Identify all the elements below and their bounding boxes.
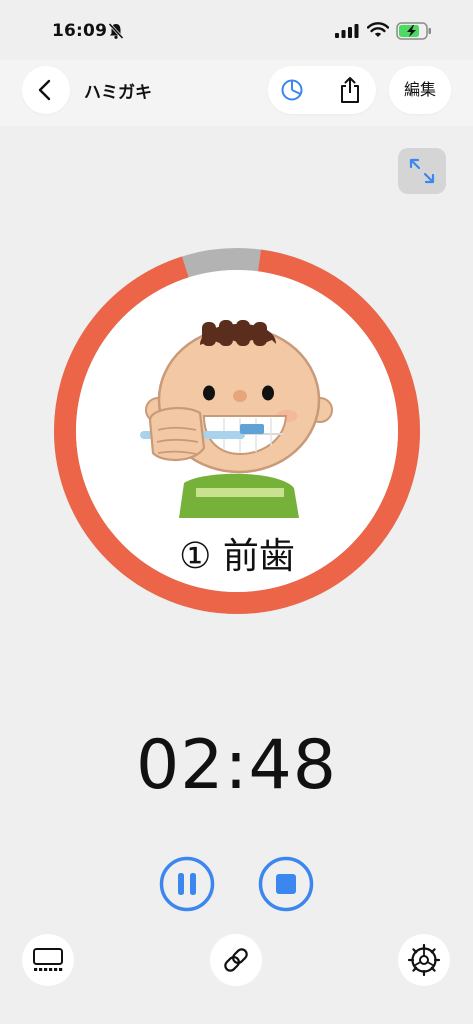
toolbar-pill	[268, 66, 376, 114]
battery-charging-icon	[396, 22, 431, 40]
countdown-display: 02:48	[136, 726, 337, 805]
stop-button[interactable]	[258, 856, 314, 912]
expand-arrows-icon	[409, 158, 435, 184]
edit-button-label: 編集	[403, 80, 436, 99]
link-icon	[224, 948, 248, 972]
navigation-bar: ハミガキ 編集	[0, 60, 473, 126]
settings-button[interactable]	[398, 934, 450, 986]
timer-progress-ring: ① 前歯	[54, 248, 420, 614]
link-button[interactable]	[210, 934, 262, 986]
gear-icon	[407, 943, 441, 977]
wifi-icon	[367, 22, 389, 37]
cellular-signal-icon	[335, 24, 359, 38]
edit-button[interactable]: 編集	[389, 66, 451, 114]
bell-slash-icon	[108, 22, 124, 40]
pause-button[interactable]	[159, 856, 215, 912]
stop-icon	[276, 874, 296, 894]
chevron-left-icon	[38, 79, 51, 101]
display-mode-button[interactable]	[22, 934, 74, 986]
status-time: 16:09	[52, 21, 108, 41]
fullscreen-button[interactable]	[398, 148, 446, 194]
screen-display-icon	[33, 948, 63, 971]
back-button[interactable]	[22, 66, 70, 114]
share-icon[interactable]	[338, 76, 362, 104]
pie-chart-button[interactable]	[280, 78, 304, 102]
step-label: ① 前歯	[179, 536, 295, 577]
page-title: ハミガキ	[84, 83, 152, 103]
status-bar: 16:09	[0, 0, 473, 60]
pause-icon	[178, 873, 184, 895]
